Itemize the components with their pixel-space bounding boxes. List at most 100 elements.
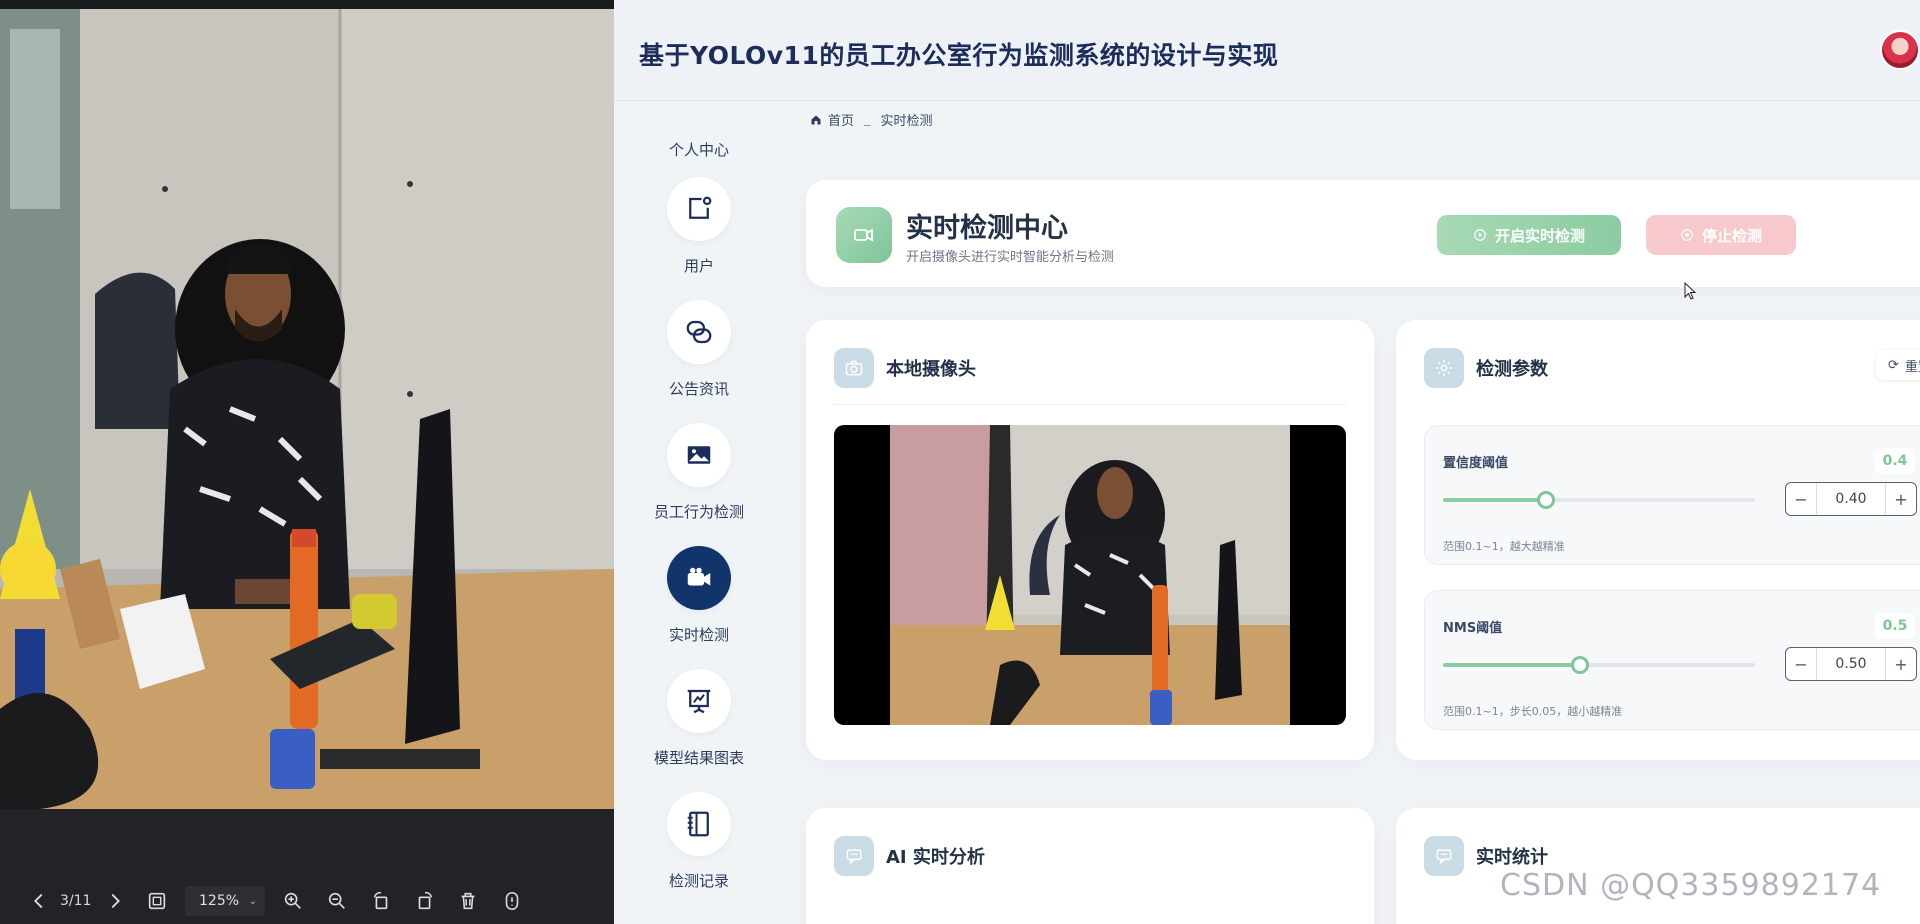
divider	[834, 404, 1346, 405]
chat-icon	[834, 836, 874, 876]
zoom-in-icon[interactable]	[279, 880, 307, 922]
nms-hint: 范围0.1~1，步长0.05，越小越精准	[1443, 705, 1623, 718]
nms-slider-fill	[1443, 663, 1581, 667]
play-circle-icon	[1474, 229, 1486, 241]
nms-slider-thumb[interactable]	[1571, 656, 1590, 674]
nms-value-badge: 0.5	[1875, 613, 1915, 639]
confidence-threshold-box: 置信度阈值 0.4 − 0.40 + 范围0.1~1，越大越精准	[1424, 425, 1920, 565]
nms-threshold-label: NMS阈值	[1443, 621, 1503, 636]
office-photo	[0, 9, 614, 809]
video-icon	[836, 207, 892, 263]
ai-card-header: AI 实时分析	[834, 836, 985, 876]
sidebar-item-label: 实时检测	[668, 626, 729, 644]
nms-input[interactable]: 0.50	[1816, 648, 1886, 680]
breadcrumb-current: 实时检测	[880, 114, 933, 129]
ai-analysis-card: AI 实时分析	[806, 808, 1374, 924]
zoom-select[interactable]: 125% ⌄	[185, 886, 265, 916]
sidebar-item-detection-records[interactable]: 检测记录	[614, 792, 784, 891]
breadcrumb-home[interactable]: 首页	[828, 110, 854, 129]
sidebar-item-behavior-detection[interactable]: 员工行为检测	[614, 423, 784, 522]
reset-label: 重置	[1904, 359, 1920, 375]
fit-screen-icon[interactable]	[143, 880, 171, 922]
header: 基于YOLOv11的员工办公室行为监测系统的设计与实现	[614, 0, 1920, 101]
nms-slider[interactable]	[1443, 656, 1755, 674]
sidebar-item-label: 模型结果图表	[653, 749, 744, 767]
confidence-stepper: − 0.40 +	[1785, 482, 1917, 516]
nms-threshold-box: NMS阈值 0.5 − 0.50 + 范围0.1~1，步长0.05，越小越精准	[1424, 590, 1920, 730]
increment-button[interactable]: +	[1886, 648, 1916, 680]
camera-card-title: 本地摄像头	[886, 359, 976, 380]
delete-icon[interactable]	[454, 880, 482, 922]
user-edit-icon	[667, 177, 731, 241]
sidebar: 个人中心 用户 公告资讯 员工行为检测 实时检测 模型结果图表 检测记录	[614, 101, 784, 924]
sidebar-item-label: 公告资讯	[668, 380, 729, 398]
ai-card-title: AI 实时分析	[886, 847, 985, 868]
app-window: 基于YOLOv11的员工办公室行为监测系统的设计与实现 个人中心 用户 公告资讯…	[614, 0, 1920, 924]
info-icon[interactable]	[498, 880, 526, 922]
link-icon	[667, 300, 731, 364]
confidence-threshold-label: 置信度阈值	[1443, 456, 1509, 471]
refresh-icon: ⟳	[1888, 357, 1899, 373]
camera-video	[834, 425, 1346, 725]
chevron-down-icon: ⌄	[248, 896, 257, 907]
rotate-left-icon[interactable]	[367, 880, 395, 922]
sidebar-item-personal-center[interactable]: 个人中心	[614, 139, 784, 160]
viewer-top-strip	[0, 0, 614, 9]
sidebar-item-label: 用户	[683, 257, 714, 275]
zoom-out-icon[interactable]	[323, 880, 351, 922]
notebook-icon	[667, 792, 731, 856]
video-camera-icon	[667, 546, 731, 610]
sidebar-item-users[interactable]: 用户	[614, 177, 784, 276]
sidebar-item-realtime-detection[interactable]: 实时检测	[614, 546, 784, 645]
stop-detection-label: 停止检测	[1701, 226, 1762, 245]
confidence-slider-fill	[1443, 498, 1546, 502]
hero-card: 实时检测中心 开启摄像头进行实时智能分析与检测 开启实时检测 停止检测	[806, 180, 1920, 287]
image-icon	[667, 423, 731, 487]
start-detection-button[interactable]: 开启实时检测	[1437, 215, 1621, 255]
realtime-stats-card: 实时统计	[1396, 808, 1920, 924]
stop-circle-icon	[1681, 229, 1693, 241]
sidebar-item-label: 员工行为检测	[653, 503, 744, 521]
nms-stepper: − 0.50 +	[1785, 647, 1917, 681]
params-card-title: 检测参数	[1476, 359, 1548, 380]
camera-card: 本地摄像头	[806, 320, 1374, 760]
rotate-right-icon[interactable]	[411, 880, 439, 922]
camera-icon	[834, 348, 874, 388]
gear-icon	[1424, 348, 1464, 388]
chevron-right-icon[interactable]	[101, 880, 129, 922]
watermark: CSDN @QQ3359892174	[1500, 868, 1882, 903]
detection-params-card: 检测参数 ⟳ 重置 置信度阈值 0.4 − 0.40 + 范围0.1~1，越大越…	[1396, 320, 1920, 760]
breadcrumb-separator: _	[864, 112, 871, 127]
zoom-value: 125%	[199, 893, 240, 909]
sidebar-item-announcements[interactable]: 公告资讯	[614, 300, 784, 399]
sidebar-item-label: 检测记录	[668, 872, 729, 890]
app-title: 基于YOLOv11的员工办公室行为监测系统的设计与实现	[639, 41, 1279, 70]
chat-icon	[1424, 836, 1464, 876]
decrement-button[interactable]: −	[1786, 648, 1816, 680]
increment-button[interactable]: +	[1886, 483, 1916, 515]
confidence-value-badge: 0.4	[1875, 448, 1915, 474]
viewer-toolbar: 3/11 125% ⌄	[0, 880, 614, 922]
page-title: 实时检测中心	[906, 213, 1068, 244]
page-subtitle: 开启摄像头进行实时智能分析与检测	[906, 250, 1115, 265]
avatar[interactable]	[1880, 30, 1920, 70]
params-card-header: 检测参数	[1424, 348, 1548, 388]
confidence-slider-thumb[interactable]	[1536, 491, 1555, 509]
confidence-slider[interactable]	[1443, 491, 1755, 509]
chevron-left-icon[interactable]	[25, 880, 53, 922]
mouse-cursor-icon	[1684, 282, 1696, 300]
reset-button[interactable]: ⟳ 重置	[1876, 350, 1920, 380]
confidence-hint: 范围0.1~1，越大越精准	[1443, 540, 1565, 553]
breadcrumb: 首页 _ 实时检测	[810, 110, 933, 129]
camera-card-header: 本地摄像头	[834, 348, 976, 388]
home-icon	[811, 115, 821, 124]
image-viewer: 3/11 125% ⌄	[0, 0, 614, 924]
stop-detection-button[interactable]: 停止检测	[1646, 215, 1796, 255]
start-detection-label: 开启实时检测	[1494, 226, 1585, 245]
page-indicator: 3/11	[60, 893, 92, 909]
presentation-chart-icon	[667, 669, 731, 733]
confidence-input[interactable]: 0.40	[1816, 483, 1886, 515]
stats-card-title: 实时统计	[1476, 847, 1548, 868]
decrement-button[interactable]: −	[1786, 483, 1816, 515]
sidebar-item-model-charts[interactable]: 模型结果图表	[614, 669, 784, 768]
